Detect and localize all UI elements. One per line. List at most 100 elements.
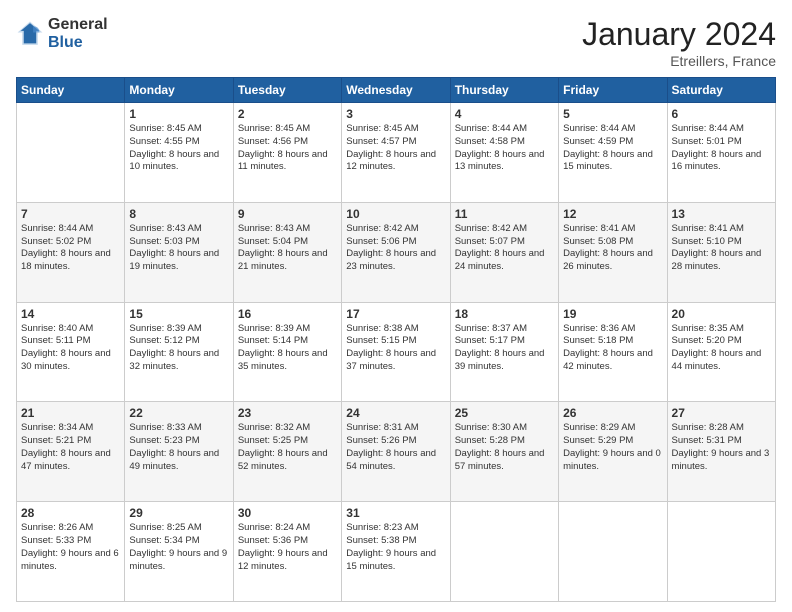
cell-w2-d3: 10 Sunrise: 8:42 AMSunset: 5:06 PMDayligh… [342, 202, 450, 302]
col-monday: Monday [125, 78, 233, 103]
day-detail: Sunrise: 8:39 AMSunset: 5:14 PMDaylight:… [238, 323, 337, 374]
month-title: January 2024 [582, 16, 776, 53]
logo-text: General Blue [48, 16, 108, 51]
cell-w3-d3: 17 Sunrise: 8:38 AMSunset: 5:15 PMDayligh… [342, 302, 450, 402]
col-saturday: Saturday [667, 78, 775, 103]
cell-w2-d0: 7 Sunrise: 8:44 AMSunset: 5:02 PMDaylight… [17, 202, 125, 302]
day-detail: Sunrise: 8:23 AMSunset: 5:38 PMDaylight:… [346, 522, 445, 573]
cell-w1-d5: 5 Sunrise: 8:44 AMSunset: 4:59 PMDaylight… [559, 103, 667, 203]
logo-general-text: General [48, 16, 108, 34]
day-detail: Sunrise: 8:40 AMSunset: 5:11 PMDaylight:… [21, 323, 120, 374]
cell-w3-d6: 20Sunrise: 8:35 AMSunset: 5:20 PMDayligh… [667, 302, 775, 402]
page: General Blue January 2024 Etreillers, Fr… [0, 0, 792, 612]
week-row-5: 28 Sunrise: 8:26 AMSunset: 5:33 PMDayligh… [17, 502, 776, 602]
day-number: 31 [346, 506, 445, 520]
location-title: Etreillers, France [582, 53, 776, 69]
day-detail: Sunrise: 8:43 AMSunset: 5:04 PMDaylight:… [238, 223, 337, 274]
day-number: 11 [455, 207, 554, 221]
day-number: 24 [346, 406, 445, 420]
cell-w5-d4 [450, 502, 558, 602]
week-row-3: 14 Sunrise: 8:40 AMSunset: 5:11 PMDayligh… [17, 302, 776, 402]
day-detail: Sunrise: 8:41 AMSunset: 5:10 PMDaylight:… [672, 223, 771, 274]
day-detail: Sunrise: 8:28 AMSunset: 5:31 PMDaylight:… [672, 422, 771, 473]
day-number: 9 [238, 207, 337, 221]
day-number: 26 [563, 406, 662, 420]
cell-w5-d6 [667, 502, 775, 602]
cell-w1-d0 [17, 103, 125, 203]
day-detail: Sunrise: 8:36 AMSunset: 5:18 PMDaylight:… [563, 323, 662, 374]
cell-w3-d2: 16 Sunrise: 8:39 AMSunset: 5:14 PMDayligh… [233, 302, 341, 402]
title-block: January 2024 Etreillers, France [582, 16, 776, 69]
day-detail: Sunrise: 8:29 AMSunset: 5:29 PMDaylight:… [563, 422, 662, 473]
day-number: 10 [346, 207, 445, 221]
cell-w5-d0: 28 Sunrise: 8:26 AMSunset: 5:33 PMDayligh… [17, 502, 125, 602]
day-number: 7 [21, 207, 120, 221]
day-detail: Sunrise: 8:44 AMSunset: 4:58 PMDaylight:… [455, 123, 554, 174]
cell-w2-d4: 11 Sunrise: 8:42 AMSunset: 5:07 PMDayligh… [450, 202, 558, 302]
day-number: 18 [455, 307, 554, 321]
cell-w4-d1: 22Sunrise: 8:33 AMSunset: 5:23 PMDayligh… [125, 402, 233, 502]
day-number: 27 [672, 406, 771, 420]
cell-w4-d0: 21 Sunrise: 8:34 AMSunset: 5:21 PMDayligh… [17, 402, 125, 502]
cell-w5-d5 [559, 502, 667, 602]
day-number: 30 [238, 506, 337, 520]
day-number: 15 [129, 307, 228, 321]
day-detail: Sunrise: 8:42 AMSunset: 5:07 PMDaylight:… [455, 223, 554, 274]
cell-w3-d4: 18Sunrise: 8:37 AMSunset: 5:17 PMDayligh… [450, 302, 558, 402]
day-number: 17 [346, 307, 445, 321]
cell-w1-d4: 4Sunrise: 8:44 AMSunset: 4:58 PMDaylight… [450, 103, 558, 203]
cell-w4-d4: 25Sunrise: 8:30 AMSunset: 5:28 PMDayligh… [450, 402, 558, 502]
cell-w4-d3: 24Sunrise: 8:31 AMSunset: 5:26 PMDayligh… [342, 402, 450, 502]
cell-w4-d6: 27 Sunrise: 8:28 AMSunset: 5:31 PMDayligh… [667, 402, 775, 502]
day-detail: Sunrise: 8:32 AMSunset: 5:25 PMDaylight:… [238, 422, 337, 473]
day-number: 28 [21, 506, 120, 520]
day-number: 1 [129, 107, 228, 121]
cell-w3-d1: 15 Sunrise: 8:39 AMSunset: 5:12 PMDayligh… [125, 302, 233, 402]
day-number: 22 [129, 406, 228, 420]
day-detail: Sunrise: 8:44 AMSunset: 4:59 PMDaylight:… [563, 123, 662, 174]
day-detail: Sunrise: 8:45 AMSunset: 4:57 PMDaylight:… [346, 123, 445, 174]
week-row-2: 7 Sunrise: 8:44 AMSunset: 5:02 PMDaylight… [17, 202, 776, 302]
cell-w4-d5: 26 Sunrise: 8:29 AMSunset: 5:29 PMDayligh… [559, 402, 667, 502]
day-number: 14 [21, 307, 120, 321]
cell-w2-d5: 12 Sunrise: 8:41 AMSunset: 5:08 PMDayligh… [559, 202, 667, 302]
day-number: 13 [672, 207, 771, 221]
day-detail: Sunrise: 8:38 AMSunset: 5:15 PMDaylight:… [346, 323, 445, 374]
day-detail: Sunrise: 8:39 AMSunset: 5:12 PMDaylight:… [129, 323, 228, 374]
col-wednesday: Wednesday [342, 78, 450, 103]
cell-w5-d2: 30 Sunrise: 8:24 AMSunset: 5:36 PMDayligh… [233, 502, 341, 602]
cell-w3-d0: 14 Sunrise: 8:40 AMSunset: 5:11 PMDayligh… [17, 302, 125, 402]
logo-blue-text: Blue [48, 34, 108, 52]
cell-w2-d6: 13 Sunrise: 8:41 AMSunset: 5:10 PMDayligh… [667, 202, 775, 302]
col-sunday: Sunday [17, 78, 125, 103]
day-number: 6 [672, 107, 771, 121]
day-detail: Sunrise: 8:44 AMSunset: 5:02 PMDaylight:… [21, 223, 120, 274]
cell-w2-d2: 9 Sunrise: 8:43 AMSunset: 5:04 PMDaylight… [233, 202, 341, 302]
header: General Blue January 2024 Etreillers, Fr… [16, 16, 776, 69]
day-number: 5 [563, 107, 662, 121]
day-detail: Sunrise: 8:34 AMSunset: 5:21 PMDaylight:… [21, 422, 120, 473]
day-number: 23 [238, 406, 337, 420]
day-number: 21 [21, 406, 120, 420]
day-number: 25 [455, 406, 554, 420]
day-detail: Sunrise: 8:41 AMSunset: 5:08 PMDaylight:… [563, 223, 662, 274]
cell-w1-d1: 1Sunrise: 8:45 AMSunset: 4:55 PMDaylight… [125, 103, 233, 203]
day-number: 20 [672, 307, 771, 321]
cell-w1-d2: 2 Sunrise: 8:45 AMSunset: 4:56 PMDaylight… [233, 103, 341, 203]
day-detail: Sunrise: 8:45 AMSunset: 4:56 PMDaylight:… [238, 123, 337, 174]
cell-w3-d5: 19 Sunrise: 8:36 AMSunset: 5:18 PMDayligh… [559, 302, 667, 402]
day-number: 16 [238, 307, 337, 321]
day-detail: Sunrise: 8:42 AMSunset: 5:06 PMDaylight:… [346, 223, 445, 274]
day-number: 19 [563, 307, 662, 321]
cell-w1-d6: 6 Sunrise: 8:44 AMSunset: 5:01 PMDaylight… [667, 103, 775, 203]
day-detail: Sunrise: 8:44 AMSunset: 5:01 PMDaylight:… [672, 123, 771, 174]
cell-w4-d2: 23 Sunrise: 8:32 AMSunset: 5:25 PMDayligh… [233, 402, 341, 502]
day-number: 12 [563, 207, 662, 221]
day-number: 2 [238, 107, 337, 121]
calendar-table: Sunday Monday Tuesday Wednesday Thursday… [16, 77, 776, 602]
day-detail: Sunrise: 8:24 AMSunset: 5:36 PMDaylight:… [238, 522, 337, 573]
col-friday: Friday [559, 78, 667, 103]
day-detail: Sunrise: 8:25 AMSunset: 5:34 PMDaylight:… [129, 522, 228, 573]
day-number: 3 [346, 107, 445, 121]
day-detail: Sunrise: 8:26 AMSunset: 5:33 PMDaylight:… [21, 522, 120, 573]
